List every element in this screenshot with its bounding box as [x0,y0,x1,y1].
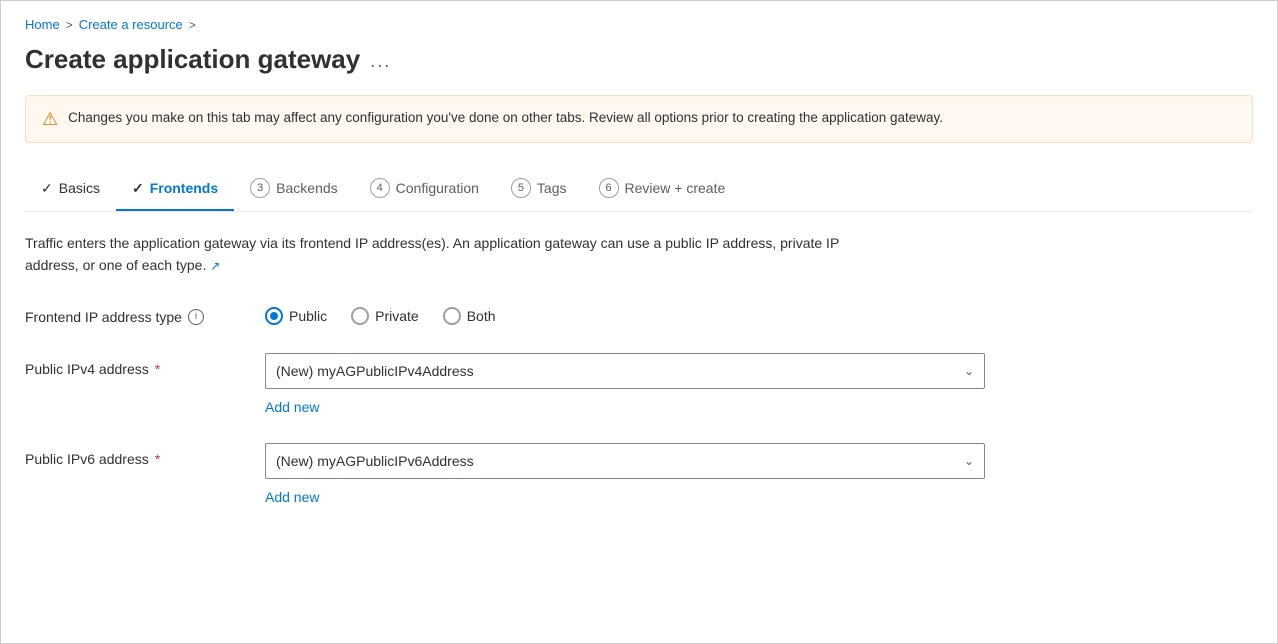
description-text: Traffic enters the application gateway v… [25,235,839,273]
radio-both-label: Both [467,308,496,324]
public-ipv6-label: Public IPv6 address [25,451,149,467]
frontend-ip-label-group: Frontend IP address type i [25,301,245,325]
public-ipv4-control: (New) myAGPublicIPv4Address ⌄ Add new [265,353,985,415]
more-options-button[interactable]: ... [370,51,391,72]
public-ipv6-label-group: Public IPv6 address * [25,443,245,467]
page-title: Create application gateway [25,44,360,75]
warning-banner: ⚠ Changes you make on this tab may affec… [25,95,1253,143]
radio-circle-both [443,307,461,325]
tab-bar: ✓ Basics ✓ Frontends 3 Backends 4 Config… [25,167,1253,212]
frontend-ip-radio-group: Public Private Both [265,301,985,325]
warning-text: Changes you make on this tab may affect … [68,108,943,128]
step-circle-tags: 5 [511,178,531,198]
breadcrumb-sep-1: > [66,18,73,32]
description-link[interactable] [210,257,220,273]
form-row-public-ipv4: Public IPv4 address * (New) myAGPublicIP… [25,353,1253,415]
tab-backends-label: Backends [276,180,337,196]
tab-frontends-label: Frontends [150,180,218,196]
tab-configuration[interactable]: 4 Configuration [354,168,495,212]
public-ipv6-control: (New) myAGPublicIPv6Address ⌄ Add new [265,443,985,505]
public-ipv6-dropdown-wrapper: (New) myAGPublicIPv6Address ⌄ [265,443,985,479]
tab-basics[interactable]: ✓ Basics [25,170,116,211]
step-circle-review: 6 [599,178,619,198]
breadcrumb-create-resource[interactable]: Create a resource [79,17,183,32]
check-icon-frontends: ✓ [132,180,144,197]
tab-description: Traffic enters the application gateway v… [25,232,845,277]
breadcrumb-home[interactable]: Home [25,17,60,32]
breadcrumb-sep-2: > [189,18,196,32]
radio-private[interactable]: Private [351,307,419,325]
page-container: Home > Create a resource > Create applic… [0,0,1278,644]
tab-configuration-label: Configuration [396,180,479,196]
public-ipv6-add-new[interactable]: Add new [265,489,319,505]
radio-both[interactable]: Both [443,307,496,325]
tab-review[interactable]: 6 Review + create [583,168,742,212]
step-circle-configuration: 4 [370,178,390,198]
breadcrumb: Home > Create a resource > [25,17,1253,32]
public-ipv4-dropdown-value: (New) myAGPublicIPv4Address [276,363,474,379]
radio-private-label: Private [375,308,419,324]
frontend-ip-control: Public Private Both [265,301,985,325]
tab-frontends[interactable]: ✓ Frontends [116,170,234,211]
tab-review-label: Review + create [625,180,726,196]
radio-public-label: Public [289,308,327,324]
public-ipv4-dropdown-wrapper: (New) myAGPublicIPv4Address ⌄ [265,353,985,389]
tab-tags-label: Tags [537,180,567,196]
public-ipv6-dropdown[interactable]: (New) myAGPublicIPv6Address ⌄ [265,443,985,479]
frontend-ip-label: Frontend IP address type [25,309,182,325]
public-ipv4-dropdown[interactable]: (New) myAGPublicIPv4Address ⌄ [265,353,985,389]
tab-basics-label: Basics [59,180,100,196]
public-ipv4-required: * [155,361,160,377]
form-section: Frontend IP address type i Public Privat… [25,301,1253,505]
form-row-frontend-ip: Frontend IP address type i Public Privat… [25,301,1253,325]
public-ipv4-label: Public IPv4 address [25,361,149,377]
radio-circle-private [351,307,369,325]
page-title-row: Create application gateway ... [25,44,1253,75]
frontend-ip-info-icon[interactable]: i [188,309,204,325]
public-ipv4-dropdown-arrow: ⌄ [964,364,974,378]
public-ipv6-dropdown-arrow: ⌄ [964,454,974,468]
step-circle-backends: 3 [250,178,270,198]
check-icon-basics: ✓ [41,180,53,197]
public-ipv4-add-new[interactable]: Add new [265,399,319,415]
tab-tags[interactable]: 5 Tags [495,168,583,212]
warning-icon: ⚠ [42,109,58,130]
radio-circle-public [265,307,283,325]
tab-backends[interactable]: 3 Backends [234,168,353,212]
public-ipv6-dropdown-value: (New) myAGPublicIPv6Address [276,453,474,469]
radio-public[interactable]: Public [265,307,327,325]
form-row-public-ipv6: Public IPv6 address * (New) myAGPublicIP… [25,443,1253,505]
public-ipv6-required: * [155,451,160,467]
public-ipv4-label-group: Public IPv4 address * [25,353,245,377]
